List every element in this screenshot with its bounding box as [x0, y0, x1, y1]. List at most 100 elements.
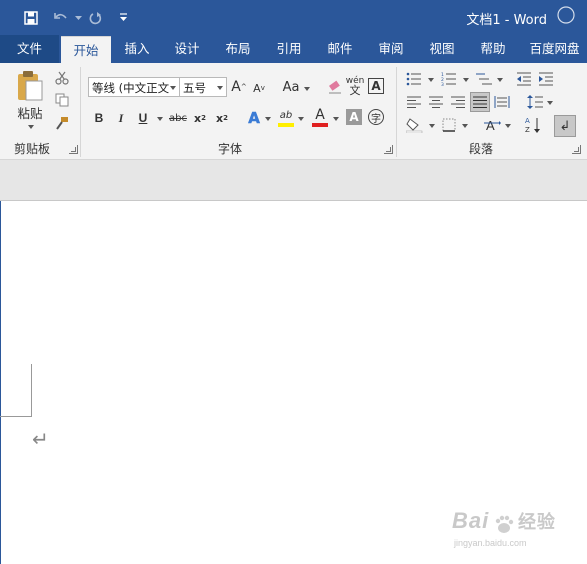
tab-file[interactable]: 文件: [0, 35, 59, 63]
watermark-brand: Bai: [452, 508, 490, 533]
tab-view[interactable]: 视图: [419, 35, 465, 63]
tab-review[interactable]: 审阅: [368, 35, 414, 63]
tab-help[interactable]: 帮助: [470, 35, 516, 63]
phonetic-guide-button[interactable]: wén 文: [346, 73, 365, 99]
grow-font-icon: A: [231, 79, 241, 95]
clipboard-launcher-icon[interactable]: [69, 145, 78, 154]
bullets-icon[interactable]: [405, 70, 423, 88]
align-left-icon[interactable]: [405, 93, 423, 111]
bullets-dropdown-icon[interactable]: [428, 78, 434, 82]
ribbon-home: 粘贴 剪贴板 等线 (中文正文 五号 A ^ Av Aa wén 文 A B I …: [0, 63, 587, 160]
paragraph-group-label: 段落: [469, 142, 494, 156]
phonetic-bottom: 文: [349, 84, 361, 97]
text-effects-dropdown-icon[interactable]: [265, 117, 271, 121]
multilevel-dropdown-icon[interactable]: [497, 78, 503, 82]
align-right-icon[interactable]: [449, 93, 467, 111]
superscript-button[interactable]: x2: [214, 109, 230, 127]
clear-formatting-icon[interactable]: [326, 77, 344, 97]
align-center-icon[interactable]: [427, 93, 445, 111]
enclose-characters-button[interactable]: 字: [368, 109, 384, 125]
undo-dropdown-icon[interactable]: [74, 8, 82, 28]
borders-icon[interactable]: [440, 116, 458, 134]
tab-references[interactable]: 引用: [266, 35, 312, 63]
highlight-dropdown-icon[interactable]: [298, 117, 304, 121]
chevron-down-icon: [170, 86, 176, 90]
tab-design[interactable]: 设计: [164, 35, 210, 63]
font-size-dropdown[interactable]: 五号: [179, 77, 227, 97]
tab-home[interactable]: 开始: [61, 36, 111, 64]
group-divider: [80, 67, 81, 157]
paste-icon[interactable]: [14, 69, 46, 103]
customize-toolbar-icon[interactable]: [116, 8, 130, 28]
tab-layout[interactable]: 布局: [215, 35, 261, 63]
numbering-dropdown-icon[interactable]: [463, 78, 469, 82]
paste-dropdown-icon[interactable]: [28, 125, 34, 129]
cut-icon[interactable]: [53, 69, 71, 87]
svg-text:3: 3: [441, 82, 444, 86]
justify-icon[interactable]: [470, 92, 490, 112]
shrink-font-button[interactable]: Av: [252, 78, 266, 98]
svg-text:A: A: [486, 118, 495, 133]
font-name-value: 等线 (中文正文: [92, 81, 170, 95]
shading-dropdown-icon[interactable]: [429, 124, 435, 128]
tab-insert[interactable]: 插入: [114, 35, 160, 63]
font-color-button[interactable]: A: [312, 107, 328, 123]
chinese-layout-icon[interactable]: A: [482, 115, 502, 135]
margin-corner-mark: [0, 364, 32, 417]
underline-button[interactable]: U: [135, 109, 151, 127]
sort-icon[interactable]: AZ: [524, 115, 544, 135]
copy-icon[interactable]: [53, 91, 71, 109]
decrease-indent-icon[interactable]: [515, 70, 533, 88]
line-spacing-icon[interactable]: [526, 93, 544, 111]
distributed-icon[interactable]: [493, 93, 511, 111]
shading-icon[interactable]: [405, 115, 425, 135]
font-name-dropdown[interactable]: 等线 (中文正文: [88, 77, 180, 97]
subscript-index: 2: [201, 114, 206, 122]
shrink-font-icon: A: [253, 81, 261, 95]
font-group-label: 字体: [218, 142, 243, 156]
account-icon[interactable]: [555, 5, 577, 25]
redo-icon[interactable]: [86, 8, 104, 28]
italic-button[interactable]: I: [113, 109, 129, 127]
paste-button-label[interactable]: 粘贴: [13, 103, 47, 121]
character-shading-button[interactable]: A: [346, 109, 362, 125]
clipboard-group-label: 剪贴板: [14, 142, 51, 156]
borders-dropdown-icon[interactable]: [462, 124, 468, 128]
text-effects-button[interactable]: A: [245, 108, 263, 128]
chevron-down-icon: [217, 86, 223, 90]
font-launcher-icon[interactable]: [384, 145, 393, 154]
paragraph-launcher-icon[interactable]: [572, 145, 581, 154]
subscript-button[interactable]: x2: [192, 109, 208, 127]
highlight-button[interactable]: ab: [277, 107, 295, 123]
undo-icon[interactable]: [50, 8, 72, 28]
font-color-dropdown-icon[interactable]: [333, 117, 339, 121]
show-formatting-marks-icon[interactable]: ↲: [554, 115, 576, 137]
ribbon-tabs: 文件 开始 插入 设计 布局 引用 邮件 审阅 视图 帮助 百度网盘: [0, 35, 587, 64]
window-title: 文档1 - Word: [466, 13, 547, 28]
paragraph-mark-icon: ↵: [32, 427, 49, 451]
grow-font-button[interactable]: A ^: [231, 77, 247, 97]
underline-dropdown-icon[interactable]: [157, 117, 163, 121]
change-case-dropdown-icon[interactable]: [304, 87, 310, 91]
watermark-brand2: 经验: [517, 512, 556, 532]
highlight-color-swatch: [278, 123, 294, 127]
strikethrough-button[interactable]: abc: [167, 109, 189, 127]
numbering-icon[interactable]: 123: [440, 70, 458, 88]
chinese-layout-dropdown-icon[interactable]: [505, 124, 511, 128]
group-divider: [396, 67, 397, 157]
superscript-index: 2: [223, 114, 228, 122]
watermark: Bai 经验 jingyan.baidu.com: [452, 508, 556, 548]
character-border-button[interactable]: A: [368, 78, 384, 94]
tab-baidu-netdisk[interactable]: 百度网盘: [522, 35, 587, 63]
increase-indent-icon[interactable]: [537, 70, 555, 88]
save-icon[interactable]: [21, 8, 41, 28]
line-spacing-dropdown-icon[interactable]: [547, 101, 553, 105]
svg-text:Z: Z: [525, 126, 530, 134]
ruler-area: [0, 160, 587, 201]
change-case-button[interactable]: Aa: [280, 77, 302, 97]
tab-mailings[interactable]: 邮件: [317, 35, 363, 63]
multilevel-list-icon[interactable]: [474, 70, 494, 88]
bold-button[interactable]: B: [91, 109, 107, 127]
superscript-base: x: [216, 111, 224, 125]
format-painter-icon[interactable]: [53, 114, 71, 132]
